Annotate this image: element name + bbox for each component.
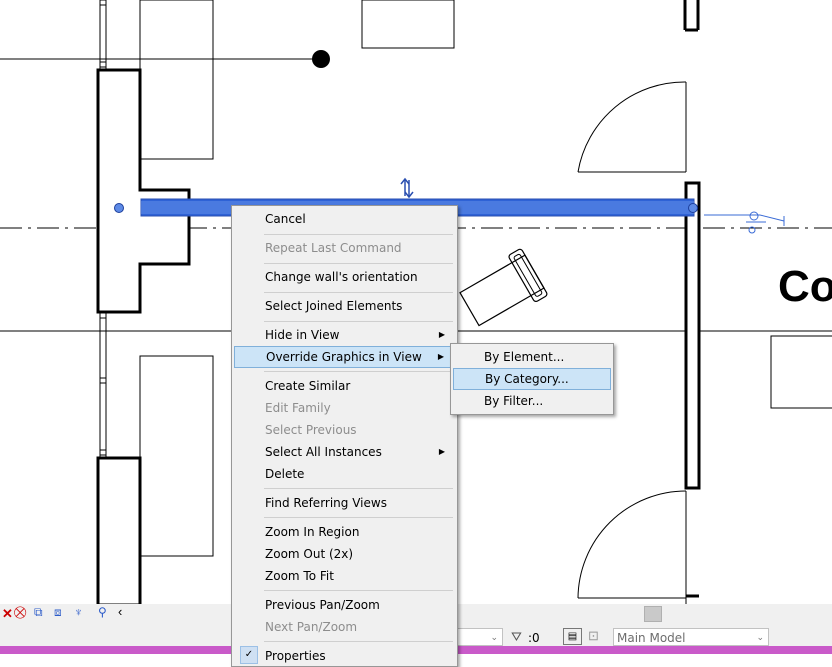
menu-item-properties[interactable]: ✓ Properties [234, 645, 455, 667]
select-pinned-icon[interactable]: ♆ [74, 605, 83, 619]
menu-item-next-pan-zoom: Next Pan/Zoom [265, 620, 358, 634]
status-icons: ✕ ⛒ ⧉ ⧈ ♆ ⚲ ‹ [0, 604, 130, 622]
wall-end-grip[interactable] [114, 203, 124, 213]
menu-item-edit-family: Edit Family [265, 401, 331, 415]
selection-count: :0 [528, 631, 540, 645]
chair-symbol [459, 248, 548, 327]
menu-item-cancel[interactable]: Cancel [234, 208, 455, 230]
menu-item-select-previous: Select Previous [265, 423, 357, 437]
menu-item-delete[interactable]: Delete [234, 463, 455, 485]
menu-item-create-similar[interactable]: Create Similar [234, 375, 455, 397]
design-options-icon[interactable]: ⊡ [588, 628, 599, 644]
submenu-arrow-icon: ▶ [437, 352, 444, 361]
chevron-down-icon: ⌄ [756, 633, 764, 643]
room-label: Co [778, 262, 832, 311]
menu-item-find-referring-views[interactable]: Find Referring Views [234, 492, 455, 514]
menu-item-zoom-in-region[interactable]: Zoom In Region [234, 521, 455, 543]
remove-filter-icon[interactable]: ⛒ [14, 605, 26, 620]
override-graphics-submenu: By Element... By Category... By Filter..… [450, 343, 614, 415]
wall-column [96, 68, 191, 314]
select-underlay-icon[interactable]: ⧈ [54, 605, 62, 620]
submenu-item-by-category[interactable]: By Category... [453, 368, 611, 390]
menu-item-repeat-last-command: Repeat Last Command [265, 241, 402, 255]
wall-end-grip[interactable] [688, 203, 698, 213]
menu-item-zoom-to-fit[interactable]: Zoom To Fit [234, 565, 455, 587]
chevron-left-icon[interactable]: ‹ [118, 604, 122, 619]
menu-item-hide-in-view[interactable]: Hide in View ▶ [234, 324, 455, 346]
submenu-item-by-element[interactable]: By Element... [453, 346, 611, 368]
workset-dropdown[interactable]: ⌄ [456, 628, 503, 646]
chevron-down-icon: ⌄ [490, 633, 498, 643]
submenu-item-by-filter[interactable]: By Filter... [453, 390, 611, 412]
editable-only-icon[interactable]: ▤ [563, 628, 582, 645]
checkmark-icon: ✓ [240, 646, 258, 664]
menu-item-previous-pan-zoom[interactable]: Previous Pan/Zoom [234, 594, 455, 616]
select-by-face-icon[interactable]: ⚲ [98, 605, 107, 619]
grid-bubble [312, 50, 330, 68]
door-swing [577, 81, 687, 173]
menu-item-override-graphics[interactable]: Override Graphics in View ▶ [234, 346, 455, 368]
menu-item-select-all-instances[interactable]: Select All Instances ▶ [234, 441, 455, 463]
menu-item-select-joined-elements[interactable]: Select Joined Elements [234, 295, 455, 317]
flip-orientation-icon[interactable] [400, 177, 414, 199]
delete-selection-icon[interactable]: ✕ [2, 606, 13, 622]
submenu-arrow-icon: ▶ [438, 447, 445, 456]
context-menu: Cancel Repeat Last Command Change wall's… [231, 205, 458, 667]
menu-item-zoom-out[interactable]: Zoom Out (2x) [234, 543, 455, 565]
scrollbar-thumb[interactable] [644, 606, 662, 622]
submenu-arrow-icon: ▶ [438, 330, 445, 339]
active-model-dropdown[interactable]: Main Model ⌄ [613, 628, 769, 646]
dimension-handle-icon[interactable] [704, 211, 785, 234]
menu-item-change-wall-orientation[interactable]: Change wall's orientation [234, 266, 455, 288]
door-swing [577, 490, 687, 599]
active-model-value: Main Model [617, 631, 686, 645]
select-links-icon[interactable]: ⧉ [34, 605, 43, 620]
filter-icon[interactable]: ⛛ [511, 629, 522, 645]
wall-column [96, 456, 142, 607]
